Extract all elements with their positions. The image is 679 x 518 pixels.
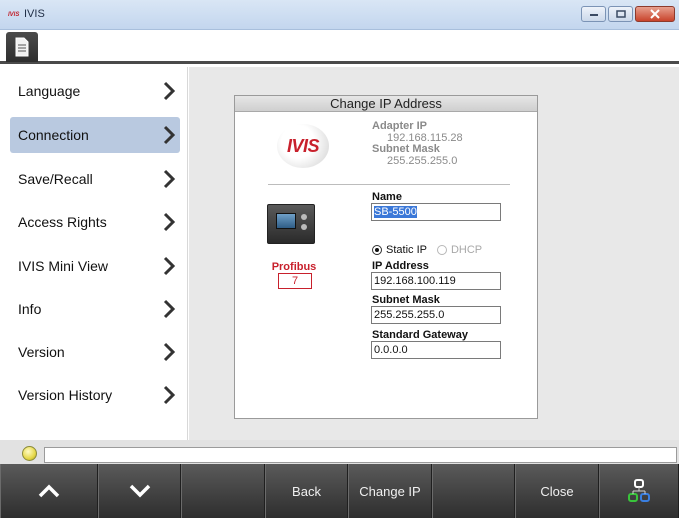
static-ip-radio[interactable] xyxy=(372,245,382,255)
status-message-field xyxy=(44,447,677,463)
sidebar-item-label: IVIS Mini View xyxy=(18,258,108,274)
chevron-right-icon xyxy=(163,256,176,276)
chevron-down-icon xyxy=(129,484,150,498)
change-ip-dialog: Change IP Address IVIS Adapter IP 192.16… xyxy=(234,95,538,419)
app-logo: IVIS xyxy=(8,12,20,18)
ivis-logo: IVIS xyxy=(277,124,329,168)
sidebar-item-version-history[interactable]: Version History xyxy=(10,377,180,413)
document-icon xyxy=(15,37,29,57)
close-icon xyxy=(650,9,660,19)
static-ip-label: Static IP xyxy=(386,244,427,256)
name-label: Name xyxy=(372,191,402,203)
chevron-right-icon xyxy=(163,385,176,405)
change-ip-button[interactable]: Change IP xyxy=(348,464,432,518)
adapter-subnet-label: Subnet Mask xyxy=(372,143,440,155)
device-screen xyxy=(276,213,296,229)
sidebar-item-label: Language xyxy=(18,83,81,99)
network-icon xyxy=(628,479,650,502)
empty-button xyxy=(181,464,265,518)
ip-address-label: IP Address xyxy=(372,260,429,272)
status-indicator-icon xyxy=(22,446,37,461)
standard-gateway-label: Standard Gateway xyxy=(372,329,468,341)
sidebar-item-version[interactable]: Version xyxy=(10,334,180,370)
divider xyxy=(268,184,510,185)
maximize-button[interactable] xyxy=(608,6,633,22)
chevron-up-icon xyxy=(38,484,60,498)
window-title: IVIS xyxy=(24,8,45,20)
ivis-logo-text: IVIS xyxy=(286,135,320,156)
network-settings-button[interactable] xyxy=(599,464,679,518)
dhcp-label: DHCP xyxy=(450,244,483,256)
chevron-right-icon xyxy=(163,125,176,145)
sidebar-item-label: Version History xyxy=(18,387,113,403)
chevron-right-icon xyxy=(163,299,176,319)
minimize-icon xyxy=(589,14,598,16)
sidebar-item-language[interactable]: Language xyxy=(10,73,180,109)
bottom-button-bar: Back Change IP Close xyxy=(0,464,679,518)
sidebar-item-label: Version xyxy=(18,344,65,360)
scroll-up-button[interactable] xyxy=(0,464,98,518)
subnet-mask-field[interactable]: 255.255.255.0 xyxy=(371,306,501,324)
sidebar: Language Connection Save/Recall Access R… xyxy=(0,67,188,440)
device-knob xyxy=(301,214,307,220)
ip-mode-group: Static IP DHCP xyxy=(372,244,492,256)
sidebar-item-label: Info xyxy=(18,301,42,317)
device-image xyxy=(267,204,315,244)
adapter-info: Adapter IP 192.168.115.28 Subnet Mask 25… xyxy=(372,120,463,168)
adapter-ip-label: Adapter IP xyxy=(372,120,428,132)
chevron-right-icon xyxy=(163,212,176,232)
document-tab[interactable] xyxy=(6,32,38,62)
sidebar-item-access-rights[interactable]: Access Rights xyxy=(10,204,180,240)
back-button[interactable]: Back xyxy=(265,464,348,518)
sidebar-item-save-recall[interactable]: Save/Recall xyxy=(10,161,180,197)
dhcp-radio[interactable] xyxy=(436,245,447,255)
device-knob xyxy=(301,224,307,230)
ip-address-field[interactable]: 192.168.100.119 xyxy=(371,272,501,290)
sidebar-item-label: Save/Recall xyxy=(18,171,93,187)
scroll-down-button[interactable] xyxy=(98,464,181,518)
subnet-mask-label: Subnet Mask xyxy=(372,294,440,306)
minimize-button[interactable] xyxy=(581,6,606,22)
chevron-right-icon xyxy=(163,342,176,362)
sidebar-item-label: Access Rights xyxy=(18,214,107,230)
empty-button xyxy=(432,464,515,518)
close-button[interactable]: Close xyxy=(515,464,599,518)
maximize-icon xyxy=(615,10,626,18)
close-window-button[interactable] xyxy=(635,6,675,22)
window-controls xyxy=(581,6,675,22)
adapter-subnet-value: 255.255.255.0 xyxy=(387,155,458,167)
content-area: Change IP Address IVIS Adapter IP 192.16… xyxy=(189,67,679,440)
sidebar-item-label: Connection xyxy=(18,127,89,143)
toolbar xyxy=(0,30,679,64)
name-field-value: SB-5500 xyxy=(374,206,417,218)
title-bar: IVIS IVIS xyxy=(0,0,679,30)
name-field[interactable]: SB-5500 xyxy=(371,203,501,221)
sidebar-item-info[interactable]: Info xyxy=(10,291,180,327)
standard-gateway-field[interactable]: 0.0.0.0 xyxy=(371,341,501,359)
chevron-right-icon xyxy=(163,81,176,101)
sidebar-item-connection[interactable]: Connection xyxy=(10,117,180,153)
dialog-title: Change IP Address xyxy=(235,96,537,112)
sidebar-item-ivis-mini-view[interactable]: IVIS Mini View xyxy=(10,248,180,284)
chevron-right-icon xyxy=(163,169,176,189)
profibus-label: Profibus xyxy=(271,261,317,273)
profibus-address: 7 xyxy=(278,273,312,289)
